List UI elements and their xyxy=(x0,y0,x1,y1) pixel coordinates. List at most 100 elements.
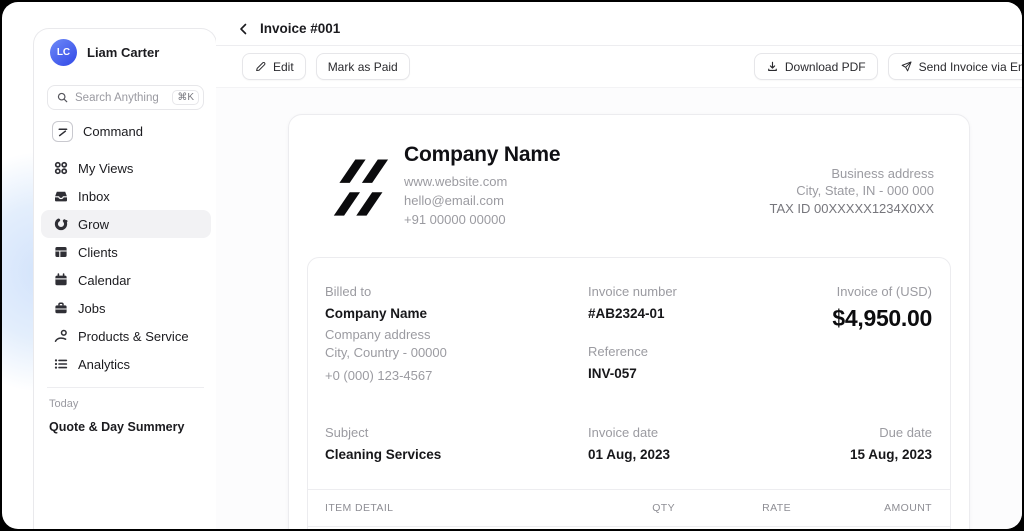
app-window: LC Liam Carter Search Anything ⌘K Comman… xyxy=(2,2,1022,529)
sidebar-menu: My Views Inbox Grow Clients Calendar Job… xyxy=(41,154,211,378)
command-logo-icon xyxy=(52,121,73,142)
business-city: City, State, IN - 000 000 xyxy=(796,183,934,198)
sidebar-item-label: Products & Service xyxy=(78,328,189,344)
user-profile[interactable]: LC Liam Carter xyxy=(50,39,159,66)
invoice-total-value: $4,950.00 xyxy=(832,305,932,331)
grid-dots-icon xyxy=(53,160,69,176)
invoice-details-panel: Billed to Company Name Company address C… xyxy=(307,257,951,529)
invoice-number-value: #AB2324-01 xyxy=(588,306,665,321)
pencil-icon xyxy=(254,60,267,73)
company-logo-icon xyxy=(331,143,389,219)
line-items-table: ITEM DETAIL QTY RATE AMOUNT xyxy=(308,489,950,527)
sidebar-item-products-service[interactable]: Products & Service xyxy=(41,322,211,350)
service-icon xyxy=(53,328,69,344)
invoice-date-value: 01 Aug, 2023 xyxy=(588,447,671,462)
company-info: Company Name www.website.com hello@email… xyxy=(404,143,561,229)
reference-value: INV-057 xyxy=(588,366,637,381)
sidebar-item-jobs[interactable]: Jobs xyxy=(41,294,211,322)
invoice-date-label: Invoice date xyxy=(588,425,659,440)
loader-circle-icon xyxy=(53,216,69,232)
send-icon xyxy=(900,60,913,73)
mark-as-paid-button[interactable]: Mark as Paid xyxy=(315,53,410,80)
due-date-value: 15 Aug, 2023 xyxy=(849,447,932,462)
avatar: LC xyxy=(50,39,77,66)
user-name: Liam Carter xyxy=(87,45,160,60)
column-header-qty: QTY xyxy=(652,502,675,514)
button-label: Send Invoice via Email xyxy=(918,59,1022,74)
billed-to-phone: +0 (000) 123-4567 xyxy=(325,368,433,383)
due-date-block: Due date 15 Aug, 2023 xyxy=(702,425,932,462)
sidebar-item-label: Analytics xyxy=(78,356,131,372)
sidebar-item-my-views[interactable]: My Views xyxy=(41,154,211,182)
billed-to-address-line2: City, Country - 00000 xyxy=(325,345,447,360)
invoice-total-block: Invoice of (USD) $4,950.00 xyxy=(702,284,932,385)
business-address-block: Business address City, State, IN - 000 0… xyxy=(769,143,951,229)
column-header-amount: AMOUNT xyxy=(884,502,932,514)
button-label: Download PDF xyxy=(784,59,866,74)
button-label: Mark as Paid xyxy=(327,59,398,74)
sidebar-item-inbox[interactable]: Inbox xyxy=(41,182,211,210)
subject-label: Subject xyxy=(325,425,369,440)
sidebar-item-label: Jobs xyxy=(78,300,106,316)
company-email: hello@email.com xyxy=(404,193,504,208)
send-invoice-button[interactable]: Send Invoice via Email xyxy=(887,53,1022,80)
business-address: Business address xyxy=(831,166,934,181)
download-pdf-button[interactable]: Download PDF xyxy=(753,53,878,80)
table-header-row: ITEM DETAIL QTY RATE AMOUNT xyxy=(308,490,950,527)
sidebar-divider xyxy=(47,387,204,388)
sidebar-item-label: My Views xyxy=(78,160,134,176)
page-title: Invoice #001 xyxy=(260,21,341,36)
sidebar-item-command[interactable]: Command xyxy=(52,121,143,142)
due-date-label: Due date xyxy=(879,425,932,440)
list-icon xyxy=(53,356,69,372)
invoice-card: Company Name www.website.com hello@email… xyxy=(288,114,970,529)
subject-value: Cleaning Services xyxy=(325,447,442,462)
toolbar: Edit Mark as Paid Download PDF Send Invo… xyxy=(216,46,1022,88)
briefcase-icon xyxy=(53,300,69,316)
page-header: Invoice #001 xyxy=(216,2,1022,46)
invoice-header: Company Name www.website.com hello@email… xyxy=(307,143,951,229)
billed-to-block: Billed to Company Name Company address C… xyxy=(325,284,588,385)
content-area: Company Name www.website.com hello@email… xyxy=(216,88,1022,529)
calendar-icon xyxy=(53,272,69,288)
search-input[interactable]: Search Anything ⌘K xyxy=(47,85,204,110)
sidebar-item-label: Clients xyxy=(78,244,118,260)
company-phone: +91 00000 00000 xyxy=(404,212,506,227)
edit-button[interactable]: Edit xyxy=(242,53,306,80)
billed-to-address-line1: Company address xyxy=(325,327,431,342)
main-area: Invoice #001 Edit Mark as Paid Download … xyxy=(216,2,1022,529)
sidebar: LC Liam Carter Search Anything ⌘K Comman… xyxy=(33,28,217,529)
tax-id: TAX ID 00XXXXX1234X0XX xyxy=(769,201,934,216)
sidebar-item-label: Calendar xyxy=(78,272,131,288)
table-icon xyxy=(53,244,69,260)
sidebar-item-analytics[interactable]: Analytics xyxy=(41,350,211,378)
search-icon xyxy=(56,91,69,104)
billed-to-address: Company address City, Country - 00000 xyxy=(325,326,588,362)
subject-block: Subject Cleaning Services xyxy=(325,425,588,462)
sidebar-item-quote-day-summery[interactable]: Quote & Day Summery xyxy=(49,420,184,434)
column-header-item-detail: ITEM DETAIL xyxy=(325,502,394,514)
search-placeholder: Search Anything xyxy=(75,91,159,104)
invoice-number-label: Invoice number xyxy=(588,284,677,299)
invoice-total-label: Invoice of (USD) xyxy=(836,284,932,299)
billed-to-name: Company Name xyxy=(325,306,428,321)
company-website: www.website.com xyxy=(404,174,508,189)
column-header-rate: RATE xyxy=(762,502,791,514)
details-row-2: Subject Cleaning Services Invoice date 0… xyxy=(325,425,932,462)
sidebar-item-label: Grow xyxy=(78,216,110,232)
sidebar-item-grow[interactable]: Grow xyxy=(41,210,211,238)
invoice-date-block: Invoice date 01 Aug, 2023 xyxy=(588,425,702,462)
details-row-1: Billed to Company Name Company address C… xyxy=(325,284,932,385)
inbox-icon xyxy=(53,188,69,204)
sidebar-item-clients[interactable]: Clients xyxy=(41,238,211,266)
reference-block: Reference INV-057 xyxy=(588,344,702,381)
button-label: Edit xyxy=(273,59,294,74)
download-icon xyxy=(766,60,779,73)
reference-label: Reference xyxy=(588,344,648,359)
billed-to-label: Billed to xyxy=(325,284,372,299)
sidebar-item-calendar[interactable]: Calendar xyxy=(41,266,211,294)
back-chevron-icon[interactable] xyxy=(236,21,252,37)
sidebar-item-label: Inbox xyxy=(78,188,110,204)
shortcut-badge: ⌘K xyxy=(172,90,199,105)
company-name: Company Name xyxy=(404,143,561,166)
